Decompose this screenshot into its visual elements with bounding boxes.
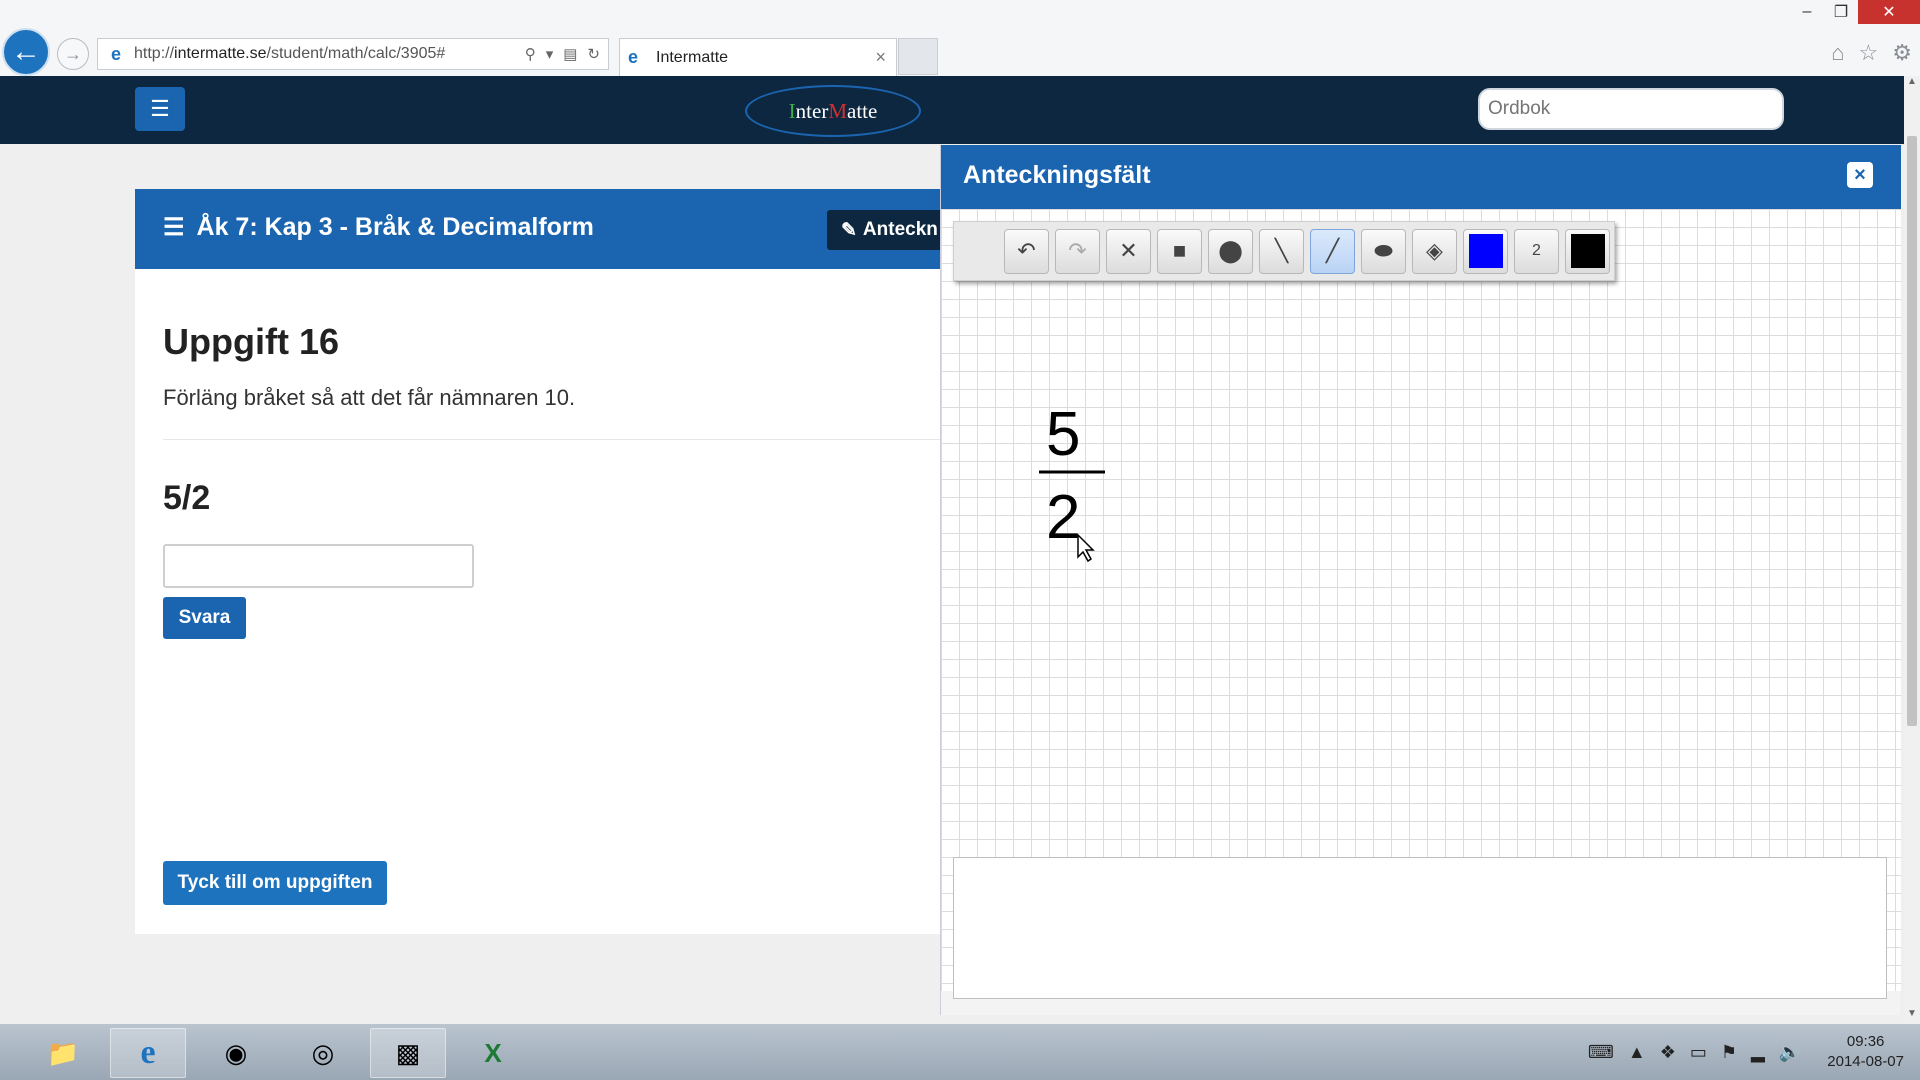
tab-title: Intermatte <box>656 48 729 66</box>
pencil-icon: ✎ <box>841 219 857 241</box>
notes-close-button[interactable]: × <box>1847 162 1873 188</box>
internet-explorer-icon[interactable]: e <box>110 1028 186 1078</box>
notes-title: Anteckningsfält <box>963 161 1151 189</box>
task-title: Uppgift 16 <box>163 321 339 362</box>
address-bar[interactable]: e http://intermatte.se/student/math/calc… <box>97 38 609 70</box>
clock[interactable]: 09:36 2014-08-07 <box>1827 1032 1904 1072</box>
file-explorer-icon[interactable]: 📁 <box>25 1028 101 1078</box>
menu-button[interactable]: ☰ <box>135 87 185 131</box>
ie-tab-icon: e <box>628 47 639 67</box>
settings-gear-icon[interactable]: ⚙ <box>1892 40 1912 66</box>
notes-panel: Anteckningsfält × ↶ ↷ ✕ ■ ⬤ ╲ ╱ ⬬ ◈ 2 5 … <box>940 145 1901 1015</box>
browser-tools: ⌂ ☆ ⚙ <box>1831 40 1912 66</box>
scroll-down-icon[interactable]: ▼ <box>1904 1008 1920 1024</box>
notes-button[interactable]: ✎ Anteckn <box>827 210 947 250</box>
hamburger-icon: ☰ <box>150 96 170 121</box>
action-center-icon[interactable]: ⚑ <box>1721 1042 1737 1063</box>
window-close-icon[interactable]: ✕ <box>1858 0 1920 24</box>
keyboard-icon[interactable]: ⌨ <box>1588 1042 1614 1063</box>
refresh-icon[interactable]: ↻ <box>587 45 600 63</box>
window-app-icon[interactable]: ▩ <box>370 1028 446 1078</box>
intermatte-logo[interactable]: Inter Matte <box>745 85 921 137</box>
home-icon[interactable]: ⌂ <box>1831 40 1844 66</box>
power-icon[interactable]: ▭ <box>1690 1042 1707 1063</box>
back-button[interactable]: ← <box>2 28 50 76</box>
taskbar: 📁 e ◉ ◎ ▩ X ⌨ ▲ ❖ ▭ ⚑ ▂ 🔊 09:36 2014-08-… <box>0 1024 1920 1080</box>
divider <box>163 439 940 440</box>
site-header: ☰ Inter Matte <box>0 76 1904 144</box>
notes-header: Anteckningsfält × <box>941 145 1901 209</box>
feedback-button[interactable]: Tyck till om uppgiften <box>163 861 387 905</box>
forward-button[interactable]: → <box>57 38 89 70</box>
compat-view-icon[interactable]: ▤ <box>563 45 577 63</box>
network-signal-icon[interactable]: ▂ <box>1751 1042 1765 1063</box>
submit-answer-button[interactable]: Svara <box>163 597 246 639</box>
back-arrow-icon: ← <box>11 35 41 68</box>
card-header: ☰ Åk 7: Kap 3 - Bråk & Decimalform ✎ Ant… <box>135 189 947 269</box>
mouse-cursor-icon <box>1077 533 1095 563</box>
window-controls: – ❐ ✕ <box>1790 0 1920 24</box>
forward-arrow-icon: → <box>64 43 82 64</box>
handwritten-numerator: 5 <box>1046 400 1080 469</box>
chrome-icon[interactable]: ◉ <box>198 1028 274 1078</box>
restore-icon[interactable]: ❐ <box>1824 0 1858 24</box>
task-description: Förläng bråket så att det får nämnaren 1… <box>163 385 576 410</box>
answer-input[interactable] <box>163 544 474 588</box>
task-card: ☰ Åk 7: Kap 3 - Bråk & Decimalform ✎ Ant… <box>135 189 947 934</box>
chapter-title: ☰ Åk 7: Kap 3 - Bråk & Decimalform <box>163 213 594 241</box>
browser-chrome: ← → e http://intermatte.se/student/math/… <box>0 0 1920 77</box>
page-scrollbar[interactable]: ▲ ▼ <box>1904 76 1920 1024</box>
search-icon[interactable]: ⚲ <box>525 45 536 63</box>
media-app-icon[interactable]: ◎ <box>285 1028 361 1078</box>
scroll-thumb[interactable] <box>1907 136 1917 726</box>
minimize-icon[interactable]: – <box>1790 0 1824 24</box>
tray-expand-icon[interactable]: ▲ <box>1628 1042 1646 1063</box>
clock-time: 09:36 <box>1846 1033 1885 1050</box>
dropdown-icon[interactable]: ▾ <box>546 45 554 63</box>
task-fraction: 5/2 <box>163 479 211 517</box>
notes-textarea[interactable] <box>953 857 1887 999</box>
volume-icon[interactable]: 🔊 <box>1779 1042 1801 1063</box>
clock-date: 2014-08-07 <box>1827 1053 1904 1070</box>
new-tab-button[interactable] <box>898 38 938 75</box>
scroll-up-icon[interactable]: ▲ <box>1904 76 1920 92</box>
dropbox-icon[interactable]: ❖ <box>1660 1042 1676 1063</box>
address-url[interactable]: http://intermatte.se/student/math/calc/3… <box>134 45 525 63</box>
ie-page-icon: e <box>110 43 121 64</box>
browser-tab[interactable]: e Intermatte × <box>619 38 897 76</box>
list-icon: ☰ <box>163 214 185 241</box>
system-tray: ⌨ ▲ ❖ ▭ ⚑ ▂ 🔊 09:36 2014-08-07 <box>1588 1024 1904 1080</box>
favorites-star-icon[interactable]: ☆ <box>1859 40 1879 66</box>
excel-icon[interactable]: X <box>455 1028 531 1078</box>
dictionary-search-input[interactable] <box>1478 88 1784 130</box>
handwritten-denominator: 2 <box>1046 483 1080 552</box>
tab-close-icon[interactable]: × <box>875 47 886 68</box>
